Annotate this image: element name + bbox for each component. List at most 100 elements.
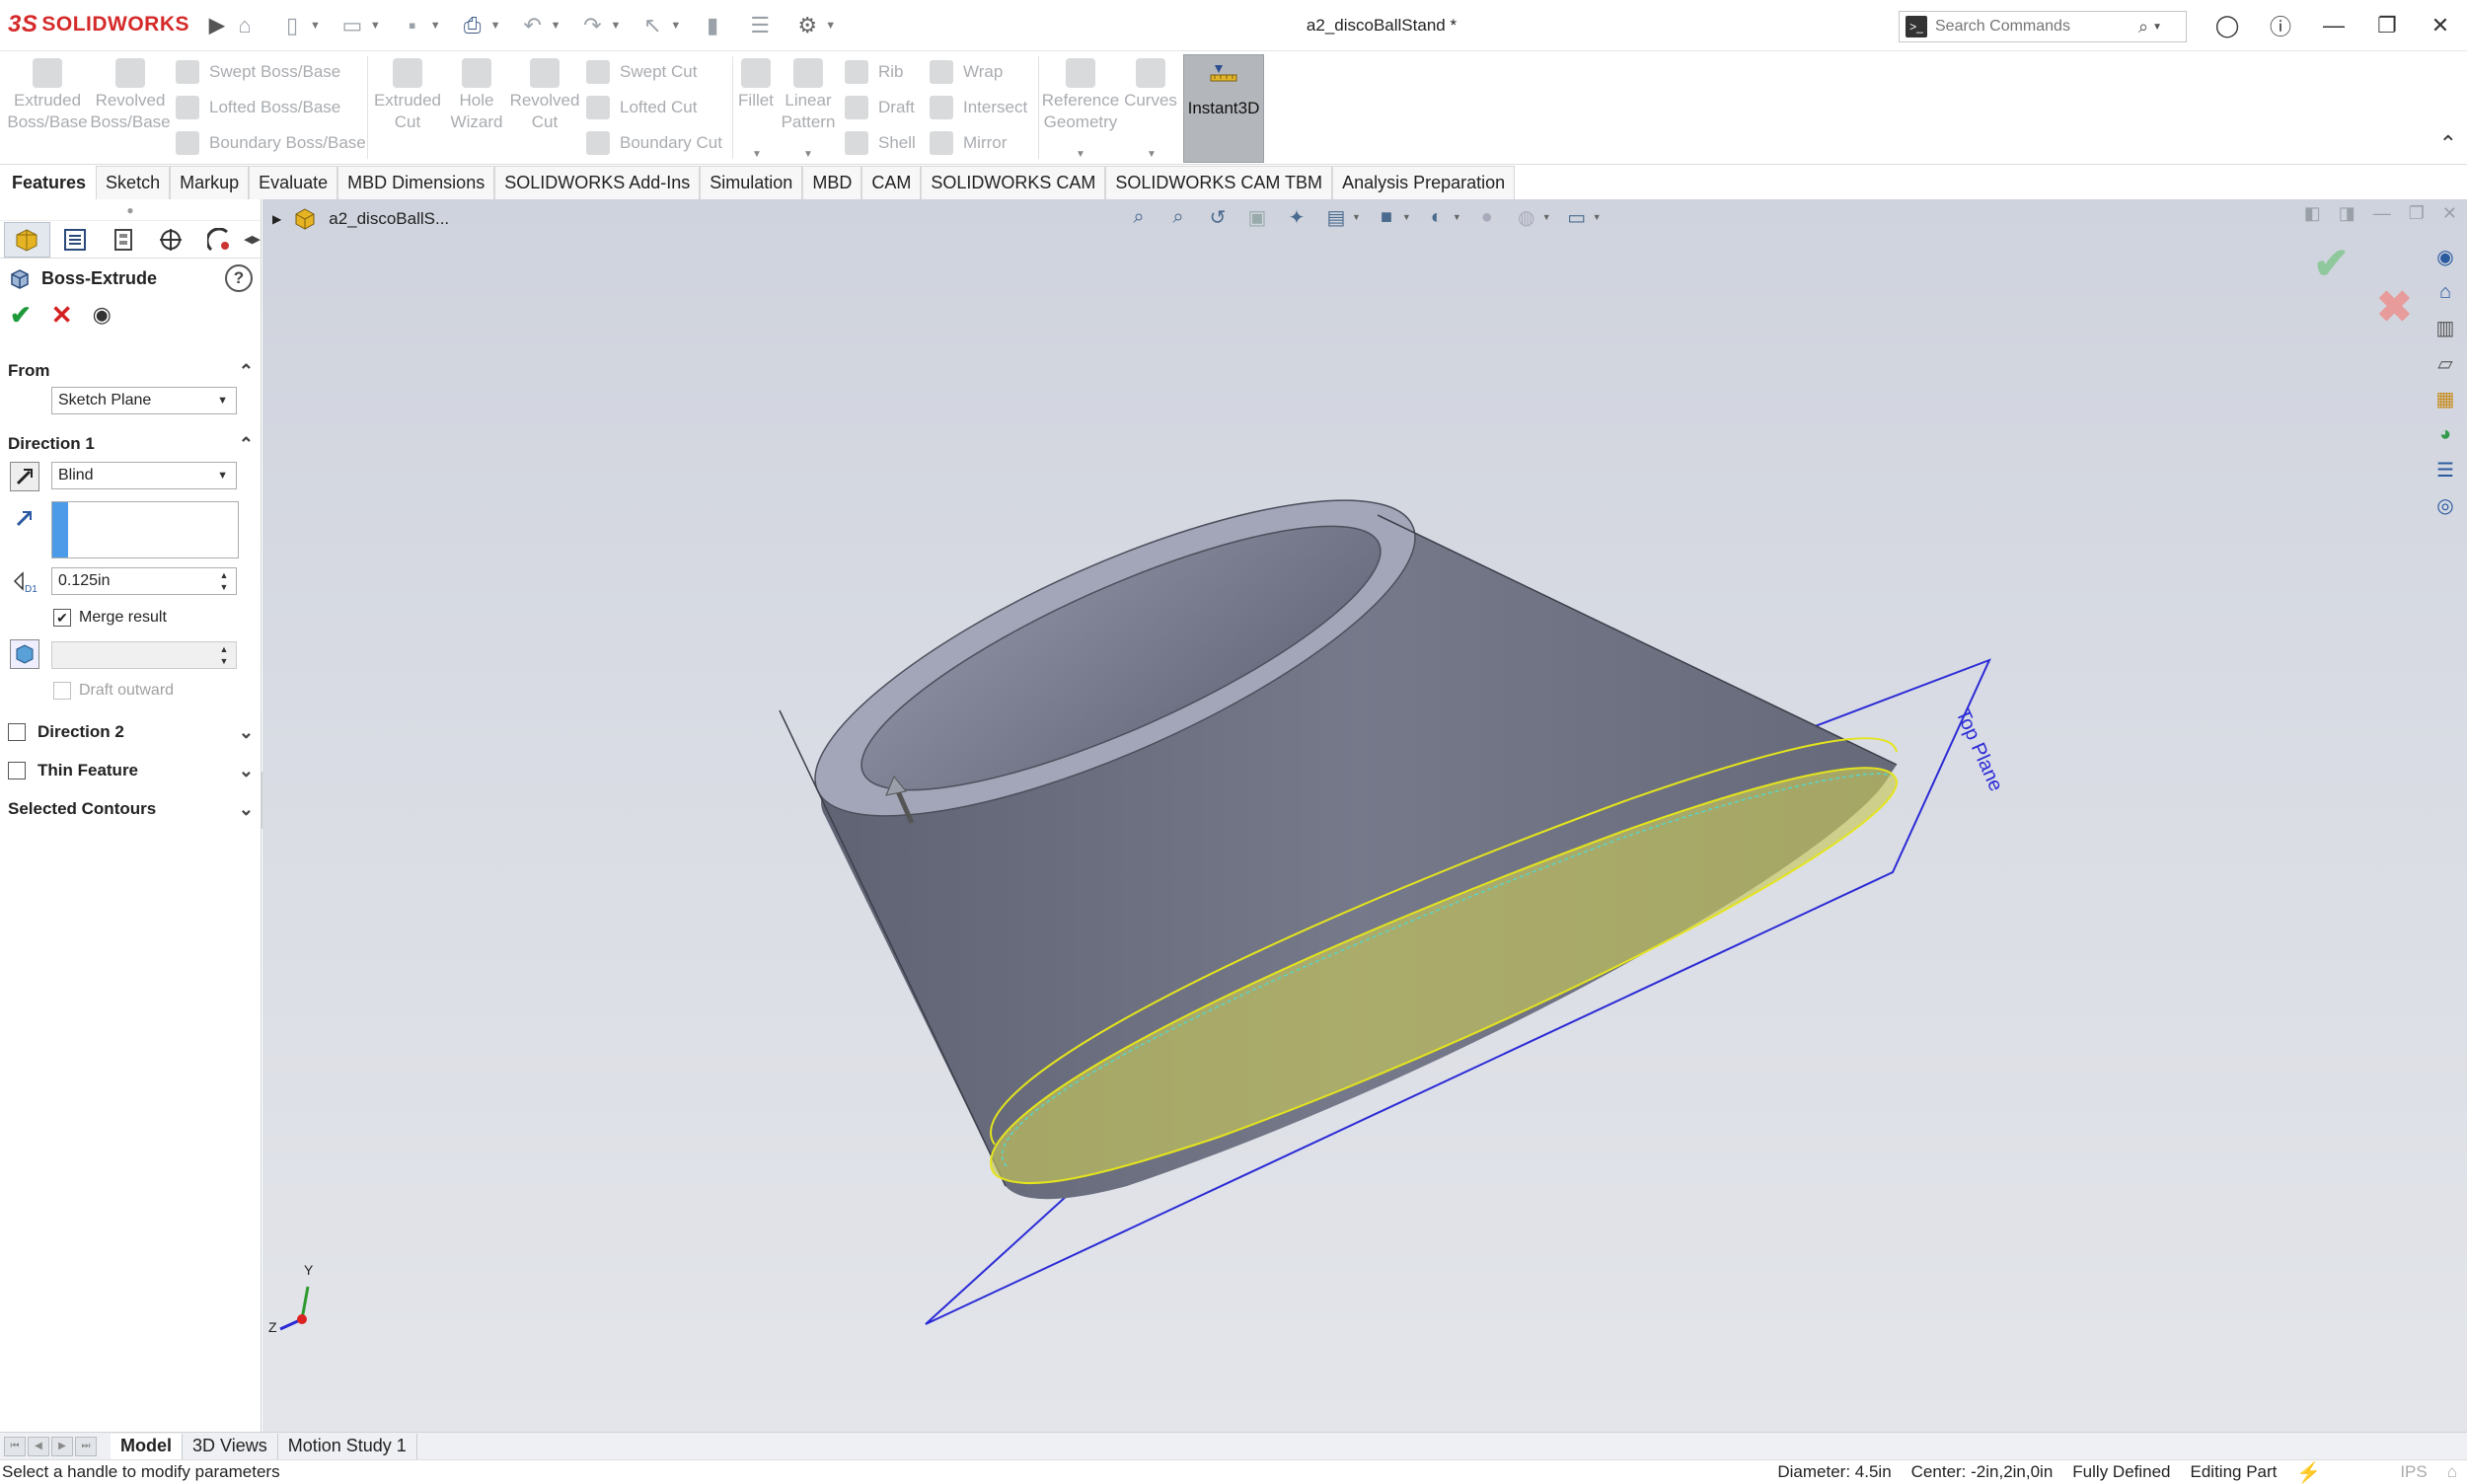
select-arrow-icon[interactable]: ↖: [636, 11, 668, 40]
minimize-button[interactable]: —: [2307, 0, 2360, 51]
merge-result-checkmark-icon[interactable]: ✔: [53, 609, 71, 627]
direction2-checkbox[interactable]: [8, 723, 26, 741]
draft-angle-input[interactable]: ▲ ▼: [51, 641, 237, 669]
tab-scroll-arrows-icon[interactable]: ◀▶: [244, 233, 261, 246]
rebuild-icon[interactable]: ▮: [697, 11, 728, 40]
help-icon[interactable]: ⓘ: [2254, 0, 2307, 51]
curves-dropdown-icon[interactable]: ▼: [1147, 149, 1157, 160]
mirror-button[interactable]: Mirror: [930, 131, 1007, 155]
draft-toggle-icon[interactable]: [10, 639, 39, 669]
redo-dropdown-icon[interactable]: ▼: [610, 20, 621, 32]
draft-outward-checkbox[interactable]: Draft outward: [53, 682, 174, 700]
open-dropdown-icon[interactable]: ▼: [370, 20, 381, 32]
revolved-cut-button[interactable]: Revolved Cut: [509, 58, 580, 133]
units-system[interactable]: IPS: [2400, 1462, 2427, 1482]
ok-checkmark-icon[interactable]: ✔: [10, 300, 32, 331]
file-properties-icon[interactable]: ☰: [744, 11, 776, 40]
depth-input[interactable]: 0.125in ▲ ▼: [51, 567, 237, 595]
options-gear-icon[interactable]: ⚙: [791, 11, 823, 40]
spin-up-icon[interactable]: ▲: [220, 643, 229, 655]
from-select[interactable]: Sketch Plane ▼: [51, 387, 237, 414]
wrap-button[interactable]: Wrap: [930, 60, 1003, 84]
reference-geometry-dropdown-icon[interactable]: ▼: [1076, 149, 1085, 160]
save-dropdown-icon[interactable]: ▼: [430, 20, 441, 32]
collapse-chevron-icon[interactable]: ⌃: [239, 361, 254, 382]
last-tab-icon[interactable]: ⏭: [75, 1436, 97, 1456]
preview-eye-icon[interactable]: ◉: [93, 302, 112, 328]
fillet-dropdown-icon[interactable]: ▼: [752, 149, 762, 160]
tab-sketch[interactable]: Sketch: [96, 166, 171, 199]
rib-button[interactable]: Rib: [845, 60, 904, 84]
expand-chevron-icon[interactable]: ⌄: [239, 761, 254, 781]
spin-down-icon[interactable]: ▼: [220, 655, 229, 667]
display-manager-tab-icon[interactable]: [195, 222, 242, 258]
cancel-x-icon[interactable]: ✕: [51, 300, 73, 331]
redo-icon[interactable]: ↷: [576, 11, 608, 40]
undo-dropdown-icon[interactable]: ▼: [551, 20, 561, 32]
rebuild-lightning-icon[interactable]: ⚡: [2296, 1460, 2321, 1484]
graphics-area[interactable]: ▶ a2_discoBallS... ⌕ ⌕ ↺ ▣ ✦ ▤ ▼ ■ ▼ ◐ ▼ ● …: [262, 199, 2467, 1432]
open-folder-icon[interactable]: ▭: [336, 11, 368, 40]
linear-pattern-button[interactable]: Linear Pattern: [778, 58, 839, 133]
from-header[interactable]: From ⌃: [0, 355, 262, 387]
bottom-tab-motion-study-1[interactable]: Motion Study 1: [278, 1433, 417, 1459]
solidworks-logo[interactable]: 3S SOLIDWORKS ▶: [8, 11, 225, 38]
new-document-icon[interactable]: ▯: [276, 11, 308, 40]
restore-button[interactable]: ❐: [2360, 0, 2414, 51]
panel-grip-icon[interactable]: ●: [0, 199, 261, 221]
intersect-button[interactable]: Intersect: [930, 96, 1027, 119]
boundary-cut-button[interactable]: Boundary Cut: [586, 131, 722, 155]
spin-up-icon[interactable]: ▲: [220, 569, 229, 581]
lofted-cut-button[interactable]: Lofted Cut: [586, 96, 697, 119]
new-dropdown-icon[interactable]: ▼: [310, 20, 321, 32]
select-dropdown-icon[interactable]: ▼: [670, 20, 681, 32]
direction-selection-box[interactable]: [51, 501, 239, 558]
prev-tab-icon[interactable]: ◀: [28, 1436, 49, 1456]
tab-markup[interactable]: Markup: [170, 166, 250, 199]
bottom-tab-3d-views[interactable]: 3D Views: [183, 1433, 278, 1459]
user-account-icon[interactable]: ◯: [2201, 0, 2254, 51]
instant3d-button[interactable]: Instant3D: [1183, 54, 1264, 163]
draft-angle-spinner[interactable]: ▲ ▼: [214, 643, 234, 667]
selected-contours-header[interactable]: Selected Contours ⌄: [0, 793, 262, 825]
tab-solidworks-cam[interactable]: SOLIDWORKS CAM: [921, 166, 1106, 199]
menu-expand-icon[interactable]: ▶: [209, 13, 225, 37]
fillet-button[interactable]: Fillet: [736, 58, 776, 111]
pattern-dropdown-icon[interactable]: ▼: [803, 149, 813, 160]
dimxpert-tab-icon[interactable]: [148, 222, 194, 258]
options-dropdown-icon[interactable]: ▼: [825, 20, 836, 32]
boundary-boss-button[interactable]: Boundary Boss/Base: [176, 131, 366, 155]
swept-cut-button[interactable]: Swept Cut: [586, 60, 697, 84]
print-icon[interactable]: ⎙: [457, 11, 488, 40]
first-tab-icon[interactable]: ⏮: [4, 1436, 26, 1456]
shell-button[interactable]: Shell: [845, 131, 916, 155]
search-commands-box[interactable]: >_ ⌕ ▼: [1899, 11, 2187, 42]
bottom-tab-model[interactable]: Model: [111, 1433, 183, 1459]
direction2-header[interactable]: Direction 2 ⌄: [0, 716, 262, 748]
home-icon[interactable]: ⌂: [229, 11, 261, 40]
next-tab-icon[interactable]: ▶: [51, 1436, 73, 1456]
swept-boss-button[interactable]: Swept Boss/Base: [176, 60, 340, 84]
tab-features[interactable]: Features: [2, 166, 97, 199]
merge-result-checkbox[interactable]: ✔ Merge result: [53, 609, 167, 627]
revolved-boss-button[interactable]: Revolved Boss/Base: [90, 58, 171, 133]
extruded-boss-button[interactable]: Extruded Boss/Base: [7, 58, 88, 133]
feature-manager-tab-icon[interactable]: [4, 221, 50, 258]
collapse-chevron-icon[interactable]: ⌃: [239, 434, 254, 455]
expand-chevron-icon[interactable]: ⌄: [239, 799, 254, 820]
tab-mbd[interactable]: MBD: [802, 166, 862, 199]
undo-icon[interactable]: ↶: [517, 11, 549, 40]
lofted-boss-button[interactable]: Lofted Boss/Base: [176, 96, 340, 119]
close-button[interactable]: ✕: [2414, 0, 2467, 51]
extruded-cut-button[interactable]: Extruded Cut: [371, 58, 444, 133]
tab-evaluate[interactable]: Evaluate: [249, 166, 338, 199]
tab-simulation[interactable]: Simulation: [700, 166, 803, 199]
tab-analysis-preparation[interactable]: Analysis Preparation: [1332, 166, 1516, 199]
draft-button[interactable]: Draft: [845, 96, 915, 119]
spin-down-icon[interactable]: ▼: [220, 581, 229, 593]
expand-chevron-icon[interactable]: ⌄: [239, 722, 254, 743]
search-input[interactable]: [1935, 18, 2132, 36]
search-dropdown-icon[interactable]: ▼: [2152, 22, 2162, 33]
reverse-direction-icon[interactable]: [10, 462, 39, 491]
search-icon[interactable]: ⌕: [2138, 17, 2148, 37]
